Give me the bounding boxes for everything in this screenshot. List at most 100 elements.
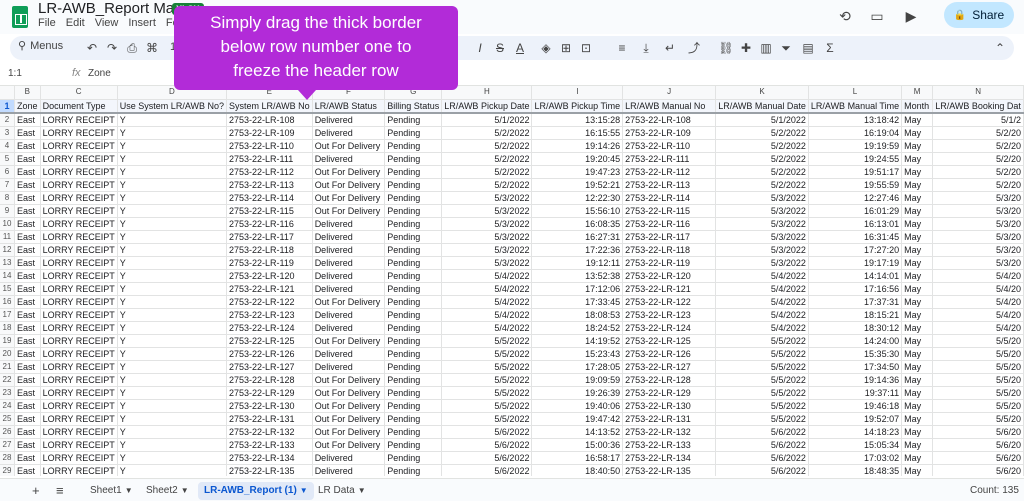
table-cell[interactable]: Y [117,308,228,322]
table-cell[interactable]: LORRY RECEIPT [40,438,118,452]
table-cell[interactable]: 5/3/2022 [715,230,809,244]
table-cell[interactable]: 14:13:52 [531,425,624,439]
table-cell[interactable]: Out For Delivery [312,425,386,439]
table-cell[interactable]: 16:13:01 [808,217,903,231]
table-cell[interactable]: Y [117,425,228,439]
table-cell[interactable]: 5/6/20 [932,451,1024,465]
table-cell[interactable]: 5/2/2022 [715,178,809,192]
table-cell[interactable]: 2753-22-LR-116 [226,217,313,231]
row-number[interactable]: 9 [0,204,15,218]
row-number[interactable]: 1 [0,99,15,114]
table-cell[interactable]: Out For Delivery [312,438,386,452]
table-cell[interactable]: 19:46:18 [808,399,903,413]
table-cell[interactable]: 5/5/2022 [441,347,533,361]
table-cell[interactable]: 5/2/2022 [715,126,809,140]
table-cell[interactable]: Out For Delivery [312,165,386,179]
table-cell[interactable]: 5/4/2022 [715,269,809,283]
table-cell[interactable]: LORRY RECEIPT [40,321,118,335]
header-cell[interactable]: Month [901,99,934,114]
table-cell[interactable]: 5/3/20 [932,256,1024,270]
row-number[interactable]: 13 [0,256,15,270]
table-cell[interactable]: 2753-22-LR-120 [622,269,717,283]
table-cell[interactable]: East [14,269,41,283]
table-cell[interactable]: Pending [384,360,443,374]
table-cell[interactable]: 18:40:50 [531,464,624,476]
add-sheet-icon[interactable]: + [32,483,40,498]
table-cell[interactable]: 2753-22-LR-124 [622,321,717,335]
table-cell[interactable]: Delivered [312,282,386,296]
table-cell[interactable]: 12:27:46 [808,191,903,205]
header-cell[interactable]: Document Type [40,99,118,114]
chevron-down-icon[interactable]: ▼ [181,486,189,495]
formula-input[interactable]: Zone [88,68,111,79]
print-icon[interactable]: ⎙ [124,40,140,56]
table-cell[interactable]: Y [117,386,228,400]
table-cell[interactable]: East [14,256,41,270]
table-cell[interactable]: 18:24:52 [531,321,624,335]
header-cell[interactable]: Zone [14,99,41,114]
table-cell[interactable]: 13:18:42 [808,112,903,127]
table-cell[interactable]: 2753-22-LR-109 [226,126,313,140]
table-cell[interactable]: 2753-22-LR-132 [622,425,717,439]
table-cell[interactable]: 5/3/2022 [715,256,809,270]
table-cell[interactable]: 5/5/2022 [715,399,809,413]
table-cell[interactable]: Y [117,399,228,413]
row-number[interactable]: 18 [0,321,15,335]
table-cell[interactable]: 5/4/2022 [715,282,809,296]
table-cell[interactable]: Out For Delivery [312,295,386,309]
insert-comment-icon[interactable]: ✚ [738,40,754,56]
table-cell[interactable]: Pending [384,152,443,166]
table-cell[interactable]: 16:01:29 [808,204,903,218]
table-cell[interactable]: 5/3/2022 [441,243,533,257]
table-cell[interactable]: 2753-22-LR-135 [622,464,717,476]
table-cell[interactable]: Y [117,139,228,153]
table-cell[interactable]: 2753-22-LR-121 [622,282,717,296]
table-cell[interactable]: Pending [384,334,443,348]
table-cell[interactable]: 17:34:50 [808,360,903,374]
table-cell[interactable]: 16:27:31 [531,230,624,244]
table-cell[interactable]: East [14,347,41,361]
table-cell[interactable]: 5/3/2022 [441,191,533,205]
table-cell[interactable]: Y [117,412,228,426]
table-cell[interactable]: LORRY RECEIPT [40,243,118,257]
table-cell[interactable]: Delivered [312,256,386,270]
table-cell[interactable]: Pending [384,139,443,153]
table-cell[interactable]: May [901,256,934,270]
table-cell[interactable]: LORRY RECEIPT [40,308,118,322]
table-cell[interactable]: 2753-22-LR-114 [226,191,313,205]
table-cell[interactable]: 5/5/20 [932,360,1024,374]
table-cell[interactable]: Out For Delivery [312,191,386,205]
table-cell[interactable]: 5/2/2022 [441,152,533,166]
table-cell[interactable]: May [901,204,934,218]
table-cell[interactable]: 15:56:10 [531,204,624,218]
table-cell[interactable]: 2753-22-LR-117 [622,230,717,244]
row-number[interactable]: 7 [0,178,15,192]
table-cell[interactable]: 16:15:55 [531,126,624,140]
table-cell[interactable]: 19:19:59 [808,139,903,153]
table-cell[interactable]: 14:18:23 [808,425,903,439]
table-cell[interactable]: 5/6/20 [932,438,1024,452]
table-cell[interactable]: 16:19:04 [808,126,903,140]
row-number[interactable]: 27 [0,438,15,452]
table-cell[interactable]: LORRY RECEIPT [40,204,118,218]
header-cell[interactable]: System LR/AWB No [226,99,313,114]
row-number[interactable]: 14 [0,269,15,283]
table-cell[interactable]: East [14,230,41,244]
table-cell[interactable]: 5/2/20 [932,152,1024,166]
row-number[interactable]: 16 [0,295,15,309]
table-cell[interactable]: Y [117,360,228,374]
row-number[interactable]: 23 [0,386,15,400]
table-cell[interactable]: 5/3/20 [932,217,1024,231]
table-cell[interactable]: Delivered [312,269,386,283]
table-cell[interactable]: 2753-22-LR-122 [622,295,717,309]
table-cell[interactable]: Pending [384,425,443,439]
table-cell[interactable]: 5/5/2022 [715,412,809,426]
table-cell[interactable]: 5/6/2022 [441,438,533,452]
table-cell[interactable]: 5/3/2022 [441,217,533,231]
table-cell[interactable]: Pending [384,178,443,192]
table-cell[interactable]: May [901,347,934,361]
table-cell[interactable]: East [14,412,41,426]
table-cell[interactable]: 2753-22-LR-120 [226,269,313,283]
table-cell[interactable]: East [14,139,41,153]
sheet-tab[interactable]: Sheet1 ▼ [84,482,139,500]
